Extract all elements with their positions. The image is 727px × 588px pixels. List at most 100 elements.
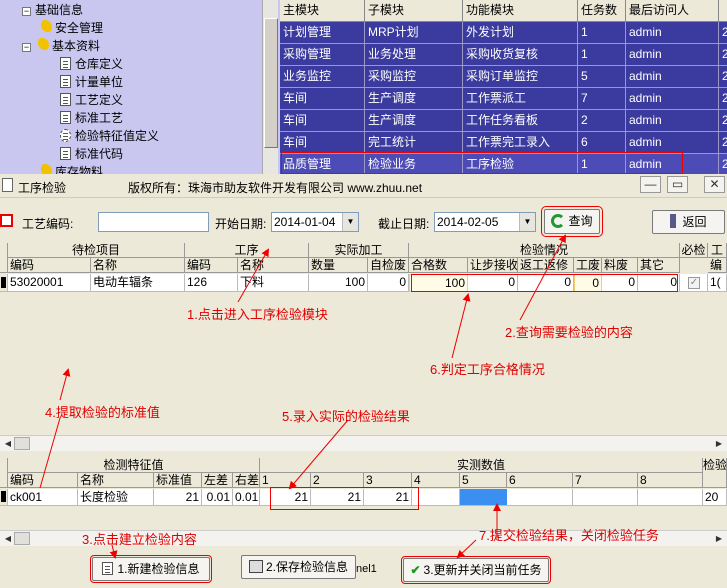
table-cell[interactable]: [412, 489, 460, 506]
col-header[interactable]: 让步接收: [468, 258, 518, 273]
table-cell[interactable]: [638, 489, 703, 506]
table-cell[interactable]: 0.01: [202, 489, 233, 506]
tree-item-basic-info[interactable]: − 基础信息: [22, 1, 83, 19]
table-cell[interactable]: 126: [185, 274, 238, 292]
chevron-down-icon[interactable]: ▼: [342, 213, 358, 231]
table-cell[interactable]: [507, 489, 573, 506]
module-grid-cell[interactable]: 计划管理: [280, 22, 365, 44]
module-grid-cell[interactable]: 5: [578, 66, 626, 88]
col-header[interactable]: 左差: [202, 473, 233, 488]
col-header[interactable]: 名称: [78, 473, 154, 488]
module-grid-cell[interactable]: 业务处理: [365, 44, 463, 66]
module-grid-cell[interactable]: admin: [626, 132, 719, 154]
upper-hscrollbar[interactable]: ◀ ▶: [0, 435, 727, 451]
module-grid-cell[interactable]: 2: [719, 88, 727, 110]
module-grid-cell[interactable]: 2: [578, 110, 626, 132]
update-close-task-button[interactable]: ✔ 3.更新并关闭当前任务: [401, 556, 551, 584]
table-cell[interactable]: 100: [309, 274, 368, 292]
tree-item-standard-code[interactable]: 标准代码: [60, 145, 123, 163]
new-inspection-button[interactable]: 1.新建检验信息: [90, 555, 212, 583]
tree-item-security[interactable]: 安全管理: [38, 19, 103, 37]
scroll-left-icon[interactable]: ◀: [1, 532, 15, 546]
save-inspection-button[interactable]: 2.保存检验信息: [241, 555, 356, 579]
tree-item-craft[interactable]: 工艺定义: [60, 91, 123, 109]
col-header[interactable]: 3: [364, 473, 412, 488]
col-header[interactable]: [719, 0, 727, 22]
active-input-cell[interactable]: [460, 489, 507, 505]
col-header[interactable]: 右差: [233, 473, 260, 488]
module-grid-cell[interactable]: 采购管理: [280, 44, 365, 66]
query-button[interactable]: 查询: [541, 206, 603, 237]
col-header[interactable]: 数量: [309, 258, 368, 273]
col-header[interactable]: 工废: [574, 258, 602, 273]
table-cell[interactable]: [573, 489, 638, 506]
col-header[interactable]: 1: [260, 473, 311, 488]
module-grid-cell[interactable]: 工作票派工: [463, 88, 578, 110]
table-cell[interactable]: 21: [154, 489, 202, 506]
tree-item-warehouse[interactable]: 仓库定义: [60, 55, 123, 73]
table-cell[interactable]: 1(: [708, 274, 727, 292]
craft-code-input[interactable]: [98, 212, 209, 232]
col-header[interactable]: 任务数: [578, 0, 626, 22]
col-header[interactable]: 编: [708, 258, 727, 273]
scroll-thumb[interactable]: [264, 18, 278, 148]
collapse-icon[interactable]: −: [22, 43, 31, 52]
table-cell[interactable]: 下料: [238, 274, 309, 292]
module-grid-cell[interactable]: 工作任务看板: [463, 110, 578, 132]
module-grid-cell[interactable]: 2: [719, 132, 727, 154]
col-header[interactable]: 最后访问人: [626, 0, 719, 22]
module-grid-cell[interactable]: 车间: [280, 132, 365, 154]
module-grid-cell[interactable]: 2: [719, 44, 727, 66]
module-grid-cell[interactable]: 车间: [280, 88, 365, 110]
tree-scrollbar[interactable]: [262, 0, 278, 178]
start-date-combo[interactable]: 2014-01-04 ▼: [271, 212, 359, 232]
module-grid-cell[interactable]: 车间: [280, 110, 365, 132]
minimize-button[interactable]: —: [640, 176, 661, 193]
module-grid-cell[interactable]: admin: [626, 88, 719, 110]
module-grid-cell[interactable]: 工作票完工录入: [463, 132, 578, 154]
table-cell[interactable]: ck001: [8, 489, 78, 506]
table-cell[interactable]: 53020001: [8, 274, 91, 292]
scroll-right-icon[interactable]: ▶: [712, 437, 726, 451]
col-header[interactable]: 其它: [638, 258, 680, 273]
tree-item-unit[interactable]: 计量单位: [60, 73, 123, 91]
module-grid-cell[interactable]: admin: [626, 44, 719, 66]
col-header[interactable]: 名称: [238, 258, 309, 273]
module-grid-cell[interactable]: 7: [578, 88, 626, 110]
end-date-combo[interactable]: 2014-02-05 ▼: [434, 212, 536, 232]
col-header[interactable]: 功能模块: [463, 0, 578, 22]
col-header[interactable]: 自检废: [368, 258, 409, 273]
module-grid-cell[interactable]: 业务监控: [280, 66, 365, 88]
select-checkbox[interactable]: [0, 214, 13, 227]
col-header[interactable]: 子模块: [365, 0, 463, 22]
module-grid-cell[interactable]: 采购订单监控: [463, 66, 578, 88]
collapse-icon[interactable]: −: [22, 7, 31, 16]
module-grid-cell[interactable]: 生产调度: [365, 110, 463, 132]
module-grid-cell[interactable]: 1: [578, 22, 626, 44]
tree-item-basic-data[interactable]: − 基本资料: [22, 37, 100, 55]
table-cell[interactable]: 20: [703, 489, 727, 506]
scroll-left-icon[interactable]: ◀: [1, 437, 15, 451]
module-grid-cell[interactable]: 2: [719, 154, 727, 176]
col-header[interactable]: 8: [638, 473, 703, 488]
maximize-button[interactable]: ▭: [667, 176, 688, 193]
table-cell[interactable]: 0: [368, 274, 409, 292]
tree-item-inspection-feature[interactable]: 检验特征值定义: [60, 127, 159, 145]
module-grid-cell[interactable]: 外发计划: [463, 22, 578, 44]
col-header[interactable]: 6: [507, 473, 573, 488]
col-header[interactable]: 编码: [8, 473, 78, 488]
module-grid-cell[interactable]: admin: [626, 66, 719, 88]
table-cell[interactable]: 0.01: [233, 489, 260, 506]
module-grid-cell[interactable]: admin: [626, 22, 719, 44]
module-grid-cell[interactable]: 采购监控: [365, 66, 463, 88]
col-header[interactable]: 7: [573, 473, 638, 488]
col-header[interactable]: 返工返修: [518, 258, 574, 273]
module-grid-cell[interactable]: 完工统计: [365, 132, 463, 154]
col-header[interactable]: 4: [412, 473, 460, 488]
col-header[interactable]: 编码: [185, 258, 238, 273]
scroll-thumb[interactable]: [14, 437, 30, 450]
col-header[interactable]: 编码: [8, 258, 91, 273]
close-button[interactable]: ✕: [704, 176, 725, 193]
module-grid-cell[interactable]: 采购收货复核: [463, 44, 578, 66]
col-header[interactable]: 标准值: [154, 473, 202, 488]
